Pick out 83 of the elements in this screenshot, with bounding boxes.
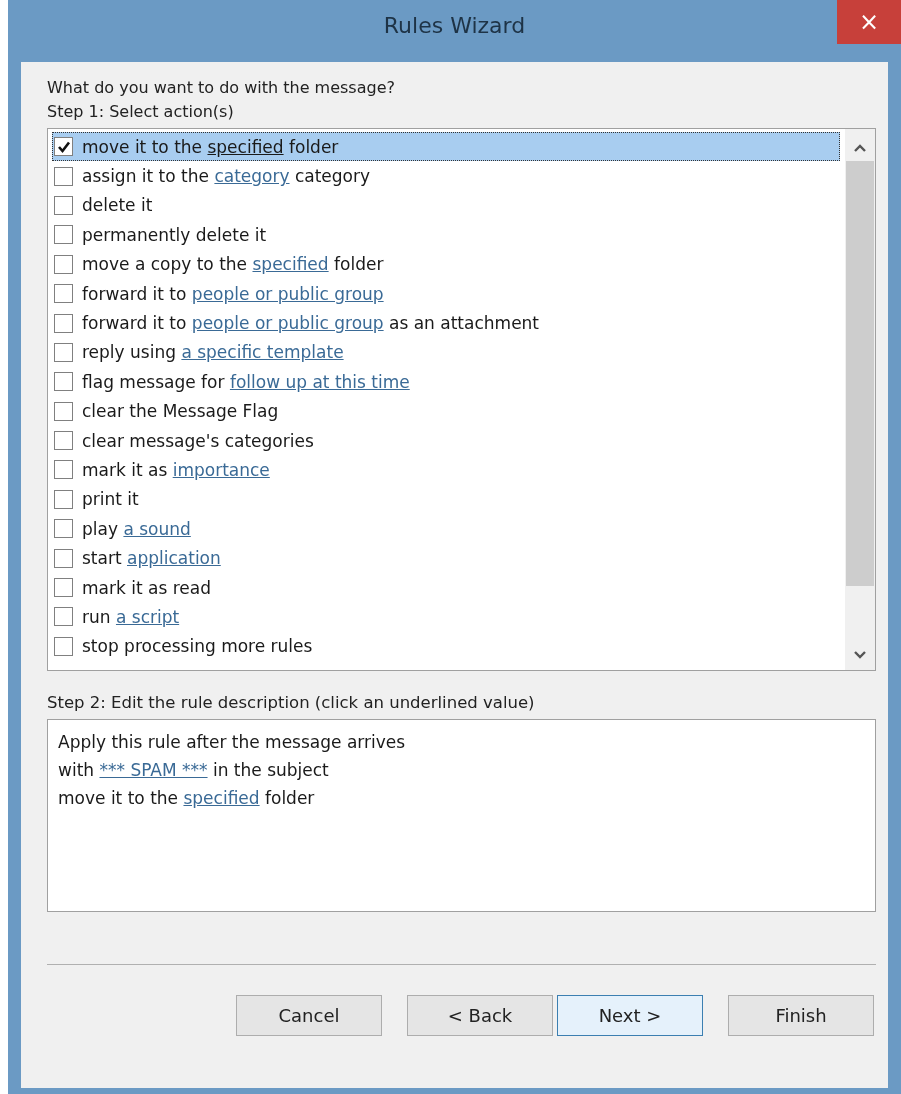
description-line: Apply this rule after the message arrives xyxy=(58,731,407,754)
value-link[interactable]: specified xyxy=(252,254,329,275)
description-line: move it to the specified folder xyxy=(58,787,316,810)
checkbox[interactable] xyxy=(54,489,73,509)
checkbox[interactable] xyxy=(54,578,73,598)
window-title: Rules Wizard xyxy=(383,12,526,38)
list-item[interactable]: move it to the specified folder xyxy=(52,132,840,162)
scroll-down-icon[interactable] xyxy=(853,650,867,660)
action-label: mark it as importance xyxy=(82,460,270,480)
checkbox[interactable] xyxy=(54,401,73,421)
value-link[interactable]: a script xyxy=(115,606,180,627)
checkbox[interactable] xyxy=(54,607,73,627)
list-item[interactable]: mark it as importance xyxy=(52,455,840,485)
list-item[interactable]: print it xyxy=(52,484,840,515)
value-link[interactable]: importance xyxy=(172,460,270,480)
value-link[interactable]: a specific template xyxy=(181,342,344,363)
checkbox[interactable] xyxy=(54,636,73,656)
step-label: Step 1: Select action(s) xyxy=(47,101,235,123)
value-link[interactable]: a sound xyxy=(123,518,191,539)
list-item[interactable]: forward it to people or public group as an attachment xyxy=(52,308,840,338)
checkbox[interactable] xyxy=(54,460,73,480)
list-item[interactable]: reply using a specific template xyxy=(52,337,840,368)
checkbox[interactable] xyxy=(54,372,73,392)
list-item[interactable]: mark it as read xyxy=(52,572,840,603)
wizard-button[interactable]: Finish xyxy=(728,995,874,1036)
wizard-button[interactable]: Next > xyxy=(557,995,703,1036)
action-label: run a script xyxy=(82,606,180,627)
action-label: clear the Message Flag xyxy=(82,401,279,422)
step-label: Step 2: Edit the rule description (click an underlined value) xyxy=(47,692,536,714)
action-label: mark it as read xyxy=(82,577,211,598)
checkbox[interactable] xyxy=(54,254,73,274)
value-link[interactable]: application xyxy=(127,548,221,569)
checkbox[interactable] xyxy=(54,519,73,539)
value-link[interactable]: follow up at this time xyxy=(229,371,410,392)
action-label: forward it to people or public group as an attachment xyxy=(82,313,540,334)
checkbox[interactable] xyxy=(54,284,73,304)
list-item[interactable]: clear message's categories xyxy=(52,425,840,456)
value-link[interactable]: specified xyxy=(183,788,260,808)
action-label: flag message for follow up at this time xyxy=(82,371,410,392)
checkbox[interactable] xyxy=(54,431,73,451)
list-item[interactable]: assign it to the category category xyxy=(52,161,840,191)
action-label: move a copy to the specified folder xyxy=(82,254,384,275)
list-item[interactable]: start application xyxy=(52,543,840,573)
value-link[interactable]: people or public group xyxy=(191,313,384,334)
close-button[interactable]: × xyxy=(837,0,901,44)
question-text: What do you want to do with the message? xyxy=(47,77,396,99)
action-label: reply using a specific template xyxy=(82,342,344,363)
wizard-button[interactable]: Cancel xyxy=(236,995,382,1036)
action-label: delete it xyxy=(82,195,153,216)
value-link[interactable]: specified xyxy=(207,136,284,157)
list-item[interactable]: permanently delete it xyxy=(52,220,840,250)
action-label: print it xyxy=(82,489,139,510)
action-label: play a sound xyxy=(82,518,191,539)
list-item[interactable]: move a copy to the specified folder xyxy=(52,249,840,279)
wizard-button[interactable]: < Back xyxy=(407,995,553,1036)
value-link[interactable]: *** SPAM *** xyxy=(99,760,208,780)
checkbox[interactable] xyxy=(54,313,73,333)
list-item[interactable]: delete it xyxy=(52,190,840,221)
list-item[interactable]: forward it to people or public group xyxy=(52,278,840,309)
action-label: forward it to people or public group xyxy=(82,283,384,304)
checkbox[interactable] xyxy=(54,225,73,245)
description-line: with *** SPAM *** in the subject xyxy=(58,759,330,782)
list-item[interactable]: stop processing more rules xyxy=(52,631,840,662)
value-link[interactable]: people or public group xyxy=(191,283,384,304)
checkbox[interactable] xyxy=(54,548,73,568)
action-label: clear message's categories xyxy=(82,430,314,451)
checkbox[interactable] xyxy=(54,166,73,186)
scrollbar[interactable] xyxy=(844,129,875,670)
action-label: permanently delete it xyxy=(82,224,267,245)
list-item[interactable]: run a script xyxy=(52,602,840,632)
value-link[interactable]: category xyxy=(214,166,290,187)
list-item[interactable]: play a sound xyxy=(52,514,840,544)
action-label: assign it to the category category xyxy=(82,166,371,187)
action-label: start application xyxy=(82,548,221,569)
scroll-up-icon[interactable] xyxy=(853,143,867,153)
scrollbar-thumb[interactable] xyxy=(846,161,874,586)
action-label: stop processing more rules xyxy=(82,636,313,657)
list-item[interactable]: clear the Message Flag xyxy=(52,396,840,426)
list-item[interactable]: flag message for follow up at this time xyxy=(52,367,840,397)
checkbox[interactable] xyxy=(54,195,73,215)
action-label: move it to the specified folder xyxy=(82,136,339,157)
checkbox[interactable] xyxy=(54,137,73,157)
checkbox[interactable] xyxy=(54,342,73,362)
